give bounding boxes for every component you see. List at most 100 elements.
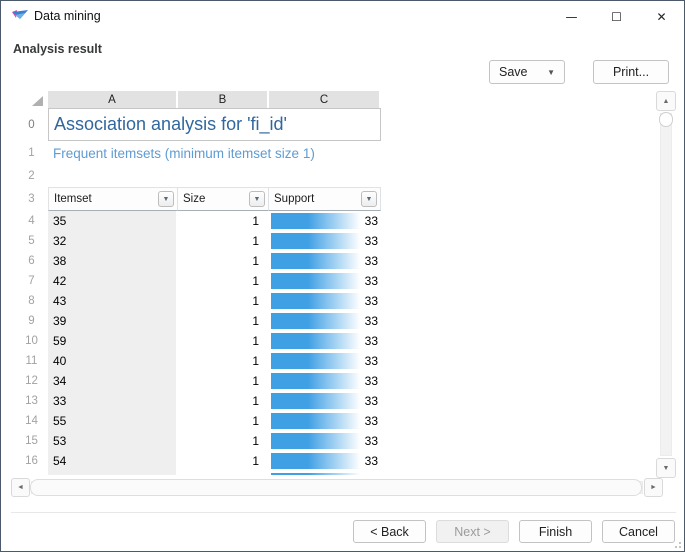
back-button[interactable]: < Back	[353, 520, 426, 543]
minimize-button[interactable]: —	[549, 1, 594, 32]
row-number[interactable]: 17	[15, 471, 48, 475]
size-cell[interactable]: 1	[178, 411, 269, 431]
row-number[interactable]: 5	[15, 231, 48, 251]
support-cell[interactable]: 33	[269, 291, 381, 311]
support-cell[interactable]: 33	[269, 271, 381, 291]
support-cell[interactable]: 33	[269, 251, 381, 271]
itemset-cell[interactable]: 33	[48, 391, 178, 411]
dialog-window: Data mining — ☐ ✕ Analysis result Save ▼…	[0, 0, 685, 552]
support-cell[interactable]: 33	[269, 451, 381, 471]
itemset-cell[interactable]: 42	[48, 271, 178, 291]
itemset-cell[interactable]: 59	[48, 331, 178, 351]
row-number[interactable]: 12	[15, 371, 48, 391]
row-number[interactable]: 13	[15, 391, 48, 411]
row-number[interactable]: 2	[15, 165, 48, 187]
size-cell[interactable]: 1	[178, 291, 269, 311]
scroll-left-button[interactable]: ◄	[11, 478, 30, 497]
size-cell[interactable]: 1	[178, 451, 269, 471]
resize-grip[interactable]	[671, 538, 681, 548]
row-number[interactable]: 9	[15, 311, 48, 331]
support-cell[interactable]: 33	[269, 331, 381, 351]
scroll-down-icon: ▼	[663, 465, 670, 472]
size-cell[interactable]: 1	[178, 351, 269, 371]
table-row: 10 59 1 33	[15, 331, 381, 351]
support-cell[interactable]: 33	[269, 411, 381, 431]
row-number[interactable]: 4	[15, 211, 48, 231]
itemset-cell[interactable]: 34	[48, 371, 178, 391]
vertical-scrollbar-track[interactable]	[660, 113, 672, 456]
analysis-title-cell[interactable]: Association analysis for 'fi_id'	[48, 108, 381, 141]
size-column-header[interactable]: Size ▼	[178, 187, 269, 211]
scroll-up-button[interactable]: ▲	[656, 91, 676, 111]
size-cell[interactable]: 1	[178, 331, 269, 351]
vertical-scrollbar[interactable]: ▲ ▼	[656, 91, 676, 478]
finish-button[interactable]: Finish	[519, 520, 592, 543]
support-bar	[271, 413, 368, 429]
support-cell[interactable]: 33	[269, 471, 381, 475]
row-number[interactable]: 3	[15, 187, 48, 211]
size-cell[interactable]: 1	[178, 471, 269, 475]
row-number[interactable]: 14	[15, 411, 48, 431]
size-cell[interactable]: 1	[178, 231, 269, 251]
support-cell[interactable]: 33	[269, 231, 381, 251]
itemset-cell[interactable]: 31	[48, 471, 178, 475]
size-cell[interactable]: 1	[178, 431, 269, 451]
itemset-cell[interactable]: 53	[48, 431, 178, 451]
column-header-c[interactable]: C	[269, 91, 381, 108]
itemset-column-header[interactable]: Itemset ▼	[48, 187, 178, 211]
itemset-cell[interactable]: 39	[48, 311, 178, 331]
itemset-cell[interactable]: 55	[48, 411, 178, 431]
support-cell[interactable]: 33	[269, 431, 381, 451]
row-number[interactable]: 6	[15, 251, 48, 271]
result-spreadsheet: A B C 0 Association analysis for 'fi_id'…	[15, 91, 381, 475]
support-filter-button[interactable]: ▼	[361, 191, 377, 207]
itemset-cell[interactable]: 38	[48, 251, 178, 271]
column-header-b[interactable]: B	[178, 91, 269, 108]
itemset-filter-button[interactable]: ▼	[158, 191, 174, 207]
cancel-button[interactable]: Cancel	[602, 520, 675, 543]
print-button[interactable]: Print...	[593, 60, 669, 84]
itemset-cell[interactable]: 40	[48, 351, 178, 371]
support-cell[interactable]: 33	[269, 311, 381, 331]
row-number[interactable]: 7	[15, 271, 48, 291]
row-number[interactable]: 8	[15, 291, 48, 311]
vertical-scrollbar-thumb[interactable]	[659, 112, 673, 127]
row-number[interactable]: 11	[15, 351, 48, 371]
save-button[interactable]: Save ▼	[489, 60, 565, 84]
row-number[interactable]: 15	[15, 431, 48, 451]
support-cell[interactable]: 33	[269, 391, 381, 411]
support-value: 33	[365, 311, 378, 331]
frequent-itemsets-cell[interactable]: Frequent itemsets (minimum itemset size …	[48, 141, 381, 165]
scroll-down-button[interactable]: ▼	[656, 458, 676, 478]
row-number[interactable]: 10	[15, 331, 48, 351]
itemset-cell[interactable]: 43	[48, 291, 178, 311]
support-value: 33	[365, 431, 378, 451]
support-cell[interactable]: 33	[269, 371, 381, 391]
horizontal-scrollbar[interactable]: ◄ ►	[11, 478, 663, 497]
select-all-corner[interactable]	[15, 91, 48, 108]
size-filter-button[interactable]: ▼	[249, 191, 265, 207]
itemset-cell[interactable]: 54	[48, 451, 178, 471]
page-title: Analysis result	[13, 42, 102, 56]
size-cell[interactable]: 1	[178, 211, 269, 231]
scroll-right-button[interactable]: ►	[644, 478, 663, 497]
column-header-a[interactable]: A	[48, 91, 178, 108]
horizontal-scrollbar-thumb[interactable]	[30, 479, 642, 496]
back-button-label: < Back	[370, 525, 409, 539]
size-cell[interactable]: 1	[178, 311, 269, 331]
itemset-cell[interactable]: 32	[48, 231, 178, 251]
table-row: 16 54 1 33	[15, 451, 381, 471]
size-cell[interactable]: 1	[178, 391, 269, 411]
close-button[interactable]: ✕	[639, 1, 684, 32]
size-cell[interactable]: 1	[178, 271, 269, 291]
row-number[interactable]: 0	[15, 108, 48, 141]
support-cell[interactable]: 33	[269, 211, 381, 231]
itemset-cell[interactable]: 35	[48, 211, 178, 231]
support-cell[interactable]: 33	[269, 351, 381, 371]
row-number[interactable]: 16	[15, 451, 48, 471]
row-number[interactable]: 1	[15, 141, 48, 165]
size-cell[interactable]: 1	[178, 371, 269, 391]
support-column-header[interactable]: Support ▼	[269, 187, 381, 211]
size-cell[interactable]: 1	[178, 251, 269, 271]
maximize-button[interactable]: ☐	[594, 1, 639, 32]
